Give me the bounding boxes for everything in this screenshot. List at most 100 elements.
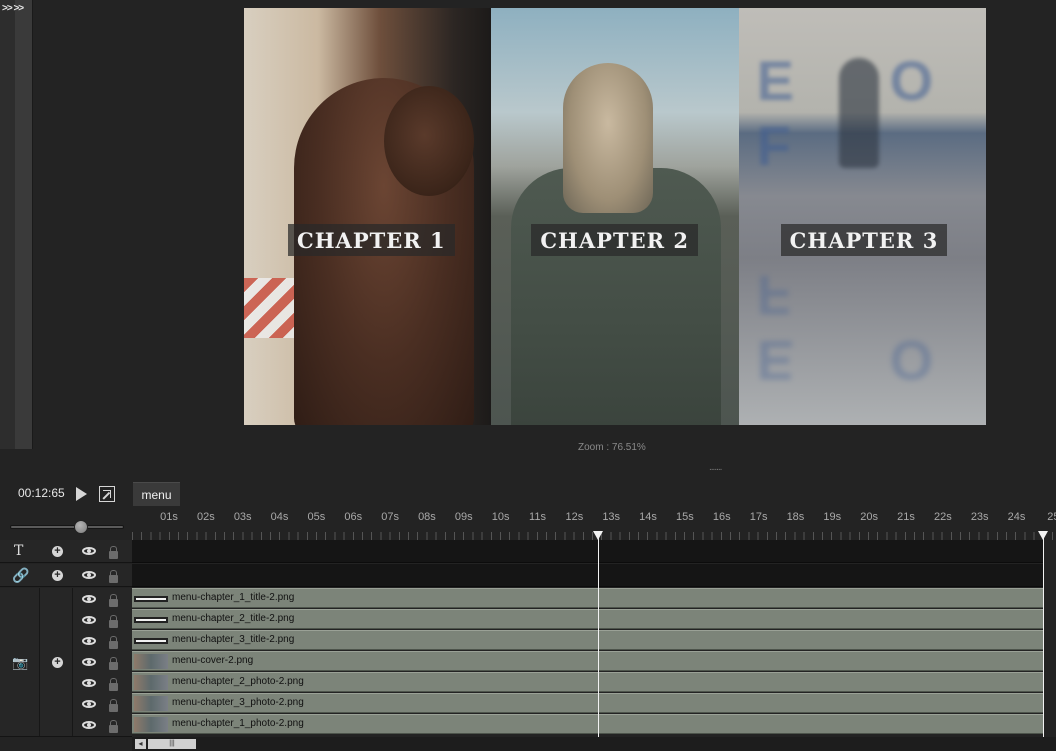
playhead[interactable] [598, 531, 599, 737]
clip-row[interactable]: menu-chapter_1_title-2.png [132, 588, 1044, 608]
chapter-1-label: CHAPTER 1 [288, 224, 455, 256]
visibility-eye-icon[interactable] [82, 679, 96, 687]
ruler-tick-label: 18s [786, 511, 805, 523]
chapter-2-label: CHAPTER 2 [531, 224, 698, 256]
track-area: T + 🔗 + 📷 + menu-chapter_1_title-2.pngme… [0, 540, 1056, 737]
timeline-scrollbar[interactable]: ◂ ||| [132, 737, 1056, 751]
play-icon[interactable] [76, 487, 87, 501]
ruler-tick-label: 19s [823, 511, 842, 523]
resize-grip-icon[interactable]: ....... [709, 462, 722, 473]
lock-icon[interactable] [109, 678, 118, 691]
preview-canvas[interactable]: CHAPTER 1 CHAPTER 2 E O F E O F CHAPTER … [244, 8, 986, 425]
ruler-tick-label: 15s [676, 511, 694, 523]
title-thumbnail [134, 617, 168, 623]
photo-thumbnail [134, 654, 168, 669]
lock-icon[interactable] [109, 594, 118, 607]
ruler-tick-label: 10s [491, 511, 510, 523]
ruler-tick-label: 12s [565, 511, 584, 523]
ruler-tick-label: 04s [270, 511, 289, 523]
lock-icon[interactable] [109, 615, 118, 628]
text-track-lane[interactable] [132, 540, 1044, 563]
clip-filename: menu-chapter_1_title-2.png [172, 592, 295, 603]
visibility-eye-icon[interactable] [82, 721, 96, 729]
lock-icon[interactable] [109, 720, 118, 733]
collapsed-side-panel: >> >> [0, 0, 33, 449]
chapter-3-label: CHAPTER 3 [780, 224, 948, 256]
end-marker-handle[interactable] [1038, 531, 1048, 540]
visibility-eye-icon[interactable] [82, 595, 96, 603]
ruler-tick-label: 24s [1007, 511, 1026, 523]
link-track-lane[interactable] [132, 564, 1044, 587]
popout-icon[interactable] [99, 486, 115, 502]
visibility-eye-icon[interactable] [82, 547, 96, 555]
person-head [384, 86, 474, 196]
ruler-tick-label: 11s [529, 511, 546, 523]
clip-row[interactable]: menu-chapter_2_photo-2.png [132, 672, 1044, 692]
title-thumbnail [134, 596, 168, 602]
clip-row[interactable]: menu-chapter_3_photo-2.png [132, 693, 1044, 713]
visibility-eye-icon[interactable] [82, 700, 96, 708]
clip-filename: menu-chapter_2_photo-2.png [172, 676, 304, 687]
clip-filename: menu-chapter_3_title-2.png [172, 634, 295, 645]
ruler-tick-label: 20s [860, 511, 879, 523]
ruler-tick-label: 23s [970, 511, 989, 523]
visibility-eye-icon[interactable] [82, 637, 96, 645]
clip-row[interactable]: menu-cover-2.png [132, 651, 1044, 671]
title-thumbnail [134, 638, 168, 644]
ruler-tick-label: 16s [712, 511, 731, 523]
photo-thumbnail [134, 696, 168, 711]
photo-thumbnail [134, 675, 168, 690]
ruler-tick-label: 22s [933, 511, 952, 523]
ruler-tick-label: 14s [639, 511, 657, 523]
tab-menu[interactable]: menu [133, 482, 180, 506]
add-image-icon[interactable]: + [52, 657, 63, 668]
ruler-tick-label: 09s [454, 511, 473, 523]
clip-row[interactable]: menu-chapter_1_photo-2.png [132, 714, 1044, 734]
lock-icon[interactable] [109, 636, 118, 649]
ruler-tick-label: 06s [344, 511, 363, 523]
lock-icon[interactable] [109, 699, 118, 712]
scrollbar-thumb[interactable]: ||| [148, 739, 196, 749]
clip-filename: menu-chapter_1_photo-2.png [172, 718, 304, 729]
chapter-2-panel: CHAPTER 2 [491, 8, 739, 425]
clip-filename: menu-cover-2.png [172, 655, 254, 666]
timecode: 00:12:65 [18, 486, 65, 500]
add-link-icon[interactable]: + [52, 570, 63, 581]
ruler-tick-label: 02s [196, 511, 215, 523]
lock-icon[interactable] [109, 570, 118, 583]
blurred-figure [838, 58, 879, 168]
clip-filename: menu-chapter_3_photo-2.png [172, 697, 304, 708]
ruler-tick-label: 03s [233, 511, 252, 523]
sign-reflection: E O F [756, 264, 974, 392]
camera-icon[interactable]: 📷 [12, 655, 28, 671]
clip-row[interactable]: menu-chapter_3_title-2.png [132, 630, 1044, 650]
zoom-slider-thumb[interactable] [74, 520, 88, 534]
lock-icon[interactable] [109, 657, 118, 670]
ruler-tick-label: 05s [307, 511, 326, 523]
scroll-left-icon[interactable]: ◂ [135, 739, 146, 749]
ruler-tick-label: 07s [381, 511, 399, 523]
playhead-handle[interactable] [593, 531, 603, 540]
link-icon[interactable]: 🔗 [12, 567, 29, 584]
lock-icon[interactable] [109, 546, 118, 559]
ruler-tick-label: 01s [160, 511, 178, 523]
ruler-tick-label: 13s [602, 511, 621, 523]
timeline-zoom-slider[interactable] [10, 520, 124, 534]
clip-row[interactable]: menu-chapter_2_title-2.png [132, 609, 1044, 629]
person-hair [563, 63, 654, 213]
text-track-icon[interactable]: T [14, 543, 23, 559]
expand-panel-button[interactable]: >> >> [2, 3, 24, 14]
chapter-3-panel: E O F E O F CHAPTER 3 [738, 8, 986, 425]
zoom-readout: Zoom : 76.51% [578, 442, 646, 453]
end-marker[interactable] [1043, 531, 1044, 737]
visibility-eye-icon[interactable] [82, 658, 96, 666]
ruler-tick-label: 21s [897, 511, 915, 523]
clip-filename: menu-chapter_2_title-2.png [172, 613, 295, 624]
add-text-icon[interactable]: + [52, 546, 63, 557]
side-panel-strip[interactable] [15, 0, 32, 449]
photo-thumbnail [134, 717, 168, 732]
visibility-eye-icon[interactable] [82, 571, 96, 579]
ruler-tick-label: 08s [418, 511, 436, 523]
chapter-1-panel: CHAPTER 1 [244, 8, 492, 425]
visibility-eye-icon[interactable] [82, 616, 96, 624]
